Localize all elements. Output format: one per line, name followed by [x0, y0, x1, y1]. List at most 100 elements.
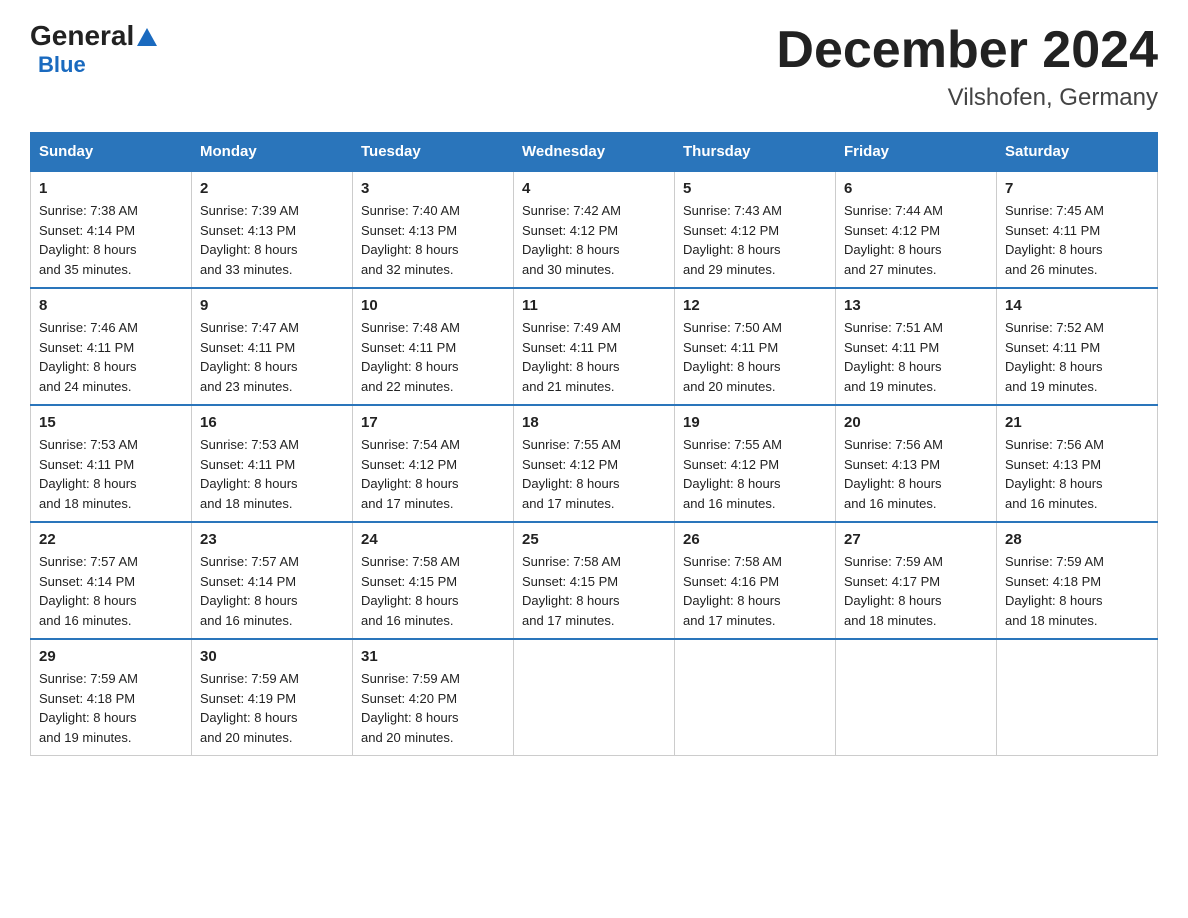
day-info: Sunrise: 7:59 AMSunset: 4:17 PMDaylight:…: [844, 554, 943, 628]
calendar-week-row: 1 Sunrise: 7:38 AMSunset: 4:14 PMDayligh…: [31, 171, 1158, 288]
day-number: 9: [200, 297, 344, 314]
calendar-week-row: 29 Sunrise: 7:59 AMSunset: 4:18 PMDaylig…: [31, 639, 1158, 756]
day-info: Sunrise: 7:54 AMSunset: 4:12 PMDaylight:…: [361, 437, 460, 511]
subtitle: Vilshofen, Germany: [776, 84, 1158, 112]
calendar-day-cell: 15 Sunrise: 7:53 AMSunset: 4:11 PMDaylig…: [31, 405, 192, 522]
day-info: Sunrise: 7:48 AMSunset: 4:11 PMDaylight:…: [361, 320, 460, 394]
day-info: Sunrise: 7:47 AMSunset: 4:11 PMDaylight:…: [200, 320, 299, 394]
calendar-body: 1 Sunrise: 7:38 AMSunset: 4:14 PMDayligh…: [31, 171, 1158, 756]
page-title: December 2024: [776, 20, 1158, 80]
day-number: 24: [361, 531, 505, 548]
day-info: Sunrise: 7:56 AMSunset: 4:13 PMDaylight:…: [1005, 437, 1104, 511]
day-info: Sunrise: 7:44 AMSunset: 4:12 PMDaylight:…: [844, 203, 943, 277]
calendar-day-cell: [997, 639, 1158, 756]
title-area: December 2024 Vilshofen, Germany: [776, 20, 1158, 112]
calendar-day-cell: 21 Sunrise: 7:56 AMSunset: 4:13 PMDaylig…: [997, 405, 1158, 522]
day-info: Sunrise: 7:42 AMSunset: 4:12 PMDaylight:…: [522, 203, 621, 277]
day-number: 12: [683, 297, 827, 314]
day-number: 5: [683, 180, 827, 197]
calendar-day-cell: 26 Sunrise: 7:58 AMSunset: 4:16 PMDaylig…: [675, 522, 836, 639]
calendar-day-cell: 29 Sunrise: 7:59 AMSunset: 4:18 PMDaylig…: [31, 639, 192, 756]
day-number: 27: [844, 531, 988, 548]
calendar-day-cell: 3 Sunrise: 7:40 AMSunset: 4:13 PMDayligh…: [353, 171, 514, 288]
weekday-header-friday: Friday: [836, 133, 997, 172]
day-info: Sunrise: 7:59 AMSunset: 4:20 PMDaylight:…: [361, 671, 460, 745]
calendar-day-cell: 24 Sunrise: 7:58 AMSunset: 4:15 PMDaylig…: [353, 522, 514, 639]
day-number: 23: [200, 531, 344, 548]
calendar-day-cell: [675, 639, 836, 756]
calendar-week-row: 8 Sunrise: 7:46 AMSunset: 4:11 PMDayligh…: [31, 288, 1158, 405]
weekday-header-saturday: Saturday: [997, 133, 1158, 172]
calendar-day-cell: 25 Sunrise: 7:58 AMSunset: 4:15 PMDaylig…: [514, 522, 675, 639]
calendar-day-cell: 14 Sunrise: 7:52 AMSunset: 4:11 PMDaylig…: [997, 288, 1158, 405]
calendar-day-cell: 18 Sunrise: 7:55 AMSunset: 4:12 PMDaylig…: [514, 405, 675, 522]
calendar-day-cell: 31 Sunrise: 7:59 AMSunset: 4:20 PMDaylig…: [353, 639, 514, 756]
day-info: Sunrise: 7:50 AMSunset: 4:11 PMDaylight:…: [683, 320, 782, 394]
calendar-day-cell: 30 Sunrise: 7:59 AMSunset: 4:19 PMDaylig…: [192, 639, 353, 756]
day-info: Sunrise: 7:58 AMSunset: 4:15 PMDaylight:…: [361, 554, 460, 628]
calendar-day-cell: 27 Sunrise: 7:59 AMSunset: 4:17 PMDaylig…: [836, 522, 997, 639]
weekday-header-row: SundayMondayTuesdayWednesdayThursdayFrid…: [31, 133, 1158, 172]
day-number: 22: [39, 531, 183, 548]
logo: General Blue: [30, 20, 158, 78]
day-number: 10: [361, 297, 505, 314]
calendar-day-cell: 4 Sunrise: 7:42 AMSunset: 4:12 PMDayligh…: [514, 171, 675, 288]
calendar-week-row: 22 Sunrise: 7:57 AMSunset: 4:14 PMDaylig…: [31, 522, 1158, 639]
calendar-day-cell: 6 Sunrise: 7:44 AMSunset: 4:12 PMDayligh…: [836, 171, 997, 288]
weekday-header-wednesday: Wednesday: [514, 133, 675, 172]
day-number: 2: [200, 180, 344, 197]
day-info: Sunrise: 7:43 AMSunset: 4:12 PMDaylight:…: [683, 203, 782, 277]
calendar-day-cell: 11 Sunrise: 7:49 AMSunset: 4:11 PMDaylig…: [514, 288, 675, 405]
day-number: 14: [1005, 297, 1149, 314]
calendar-day-cell: 20 Sunrise: 7:56 AMSunset: 4:13 PMDaylig…: [836, 405, 997, 522]
calendar-day-cell: 12 Sunrise: 7:50 AMSunset: 4:11 PMDaylig…: [675, 288, 836, 405]
day-info: Sunrise: 7:49 AMSunset: 4:11 PMDaylight:…: [522, 320, 621, 394]
day-info: Sunrise: 7:46 AMSunset: 4:11 PMDaylight:…: [39, 320, 138, 394]
day-number: 21: [1005, 414, 1149, 431]
calendar-day-cell: 13 Sunrise: 7:51 AMSunset: 4:11 PMDaylig…: [836, 288, 997, 405]
day-number: 11: [522, 297, 666, 314]
calendar-day-cell: 2 Sunrise: 7:39 AMSunset: 4:13 PMDayligh…: [192, 171, 353, 288]
day-info: Sunrise: 7:45 AMSunset: 4:11 PMDaylight:…: [1005, 203, 1104, 277]
day-info: Sunrise: 7:40 AMSunset: 4:13 PMDaylight:…: [361, 203, 460, 277]
day-info: Sunrise: 7:51 AMSunset: 4:11 PMDaylight:…: [844, 320, 943, 394]
day-info: Sunrise: 7:59 AMSunset: 4:18 PMDaylight:…: [39, 671, 138, 745]
calendar-header: SundayMondayTuesdayWednesdayThursdayFrid…: [31, 133, 1158, 172]
day-number: 4: [522, 180, 666, 197]
day-number: 17: [361, 414, 505, 431]
calendar-day-cell: 1 Sunrise: 7:38 AMSunset: 4:14 PMDayligh…: [31, 171, 192, 288]
calendar-day-cell: [836, 639, 997, 756]
day-info: Sunrise: 7:58 AMSunset: 4:16 PMDaylight:…: [683, 554, 782, 628]
calendar-table: SundayMondayTuesdayWednesdayThursdayFrid…: [30, 132, 1158, 756]
day-info: Sunrise: 7:55 AMSunset: 4:12 PMDaylight:…: [683, 437, 782, 511]
calendar-day-cell: 19 Sunrise: 7:55 AMSunset: 4:12 PMDaylig…: [675, 405, 836, 522]
day-number: 3: [361, 180, 505, 197]
day-number: 18: [522, 414, 666, 431]
day-info: Sunrise: 7:39 AMSunset: 4:13 PMDaylight:…: [200, 203, 299, 277]
calendar-day-cell: 17 Sunrise: 7:54 AMSunset: 4:12 PMDaylig…: [353, 405, 514, 522]
day-number: 30: [200, 648, 344, 665]
calendar-day-cell: 22 Sunrise: 7:57 AMSunset: 4:14 PMDaylig…: [31, 522, 192, 639]
day-info: Sunrise: 7:38 AMSunset: 4:14 PMDaylight:…: [39, 203, 138, 277]
day-number: 6: [844, 180, 988, 197]
day-info: Sunrise: 7:57 AMSunset: 4:14 PMDaylight:…: [39, 554, 138, 628]
day-number: 15: [39, 414, 183, 431]
calendar-day-cell: 10 Sunrise: 7:48 AMSunset: 4:11 PMDaylig…: [353, 288, 514, 405]
weekday-header-monday: Monday: [192, 133, 353, 172]
calendar-day-cell: 16 Sunrise: 7:53 AMSunset: 4:11 PMDaylig…: [192, 405, 353, 522]
day-number: 28: [1005, 531, 1149, 548]
calendar-week-row: 15 Sunrise: 7:53 AMSunset: 4:11 PMDaylig…: [31, 405, 1158, 522]
calendar-day-cell: [514, 639, 675, 756]
logo-general-text: General: [30, 20, 134, 52]
day-info: Sunrise: 7:52 AMSunset: 4:11 PMDaylight:…: [1005, 320, 1104, 394]
calendar-day-cell: 28 Sunrise: 7:59 AMSunset: 4:18 PMDaylig…: [997, 522, 1158, 639]
day-number: 25: [522, 531, 666, 548]
weekday-header-thursday: Thursday: [675, 133, 836, 172]
day-number: 16: [200, 414, 344, 431]
day-info: Sunrise: 7:59 AMSunset: 4:19 PMDaylight:…: [200, 671, 299, 745]
day-info: Sunrise: 7:56 AMSunset: 4:13 PMDaylight:…: [844, 437, 943, 511]
day-info: Sunrise: 7:53 AMSunset: 4:11 PMDaylight:…: [200, 437, 299, 511]
calendar-day-cell: 7 Sunrise: 7:45 AMSunset: 4:11 PMDayligh…: [997, 171, 1158, 288]
calendar-day-cell: 23 Sunrise: 7:57 AMSunset: 4:14 PMDaylig…: [192, 522, 353, 639]
day-number: 7: [1005, 180, 1149, 197]
